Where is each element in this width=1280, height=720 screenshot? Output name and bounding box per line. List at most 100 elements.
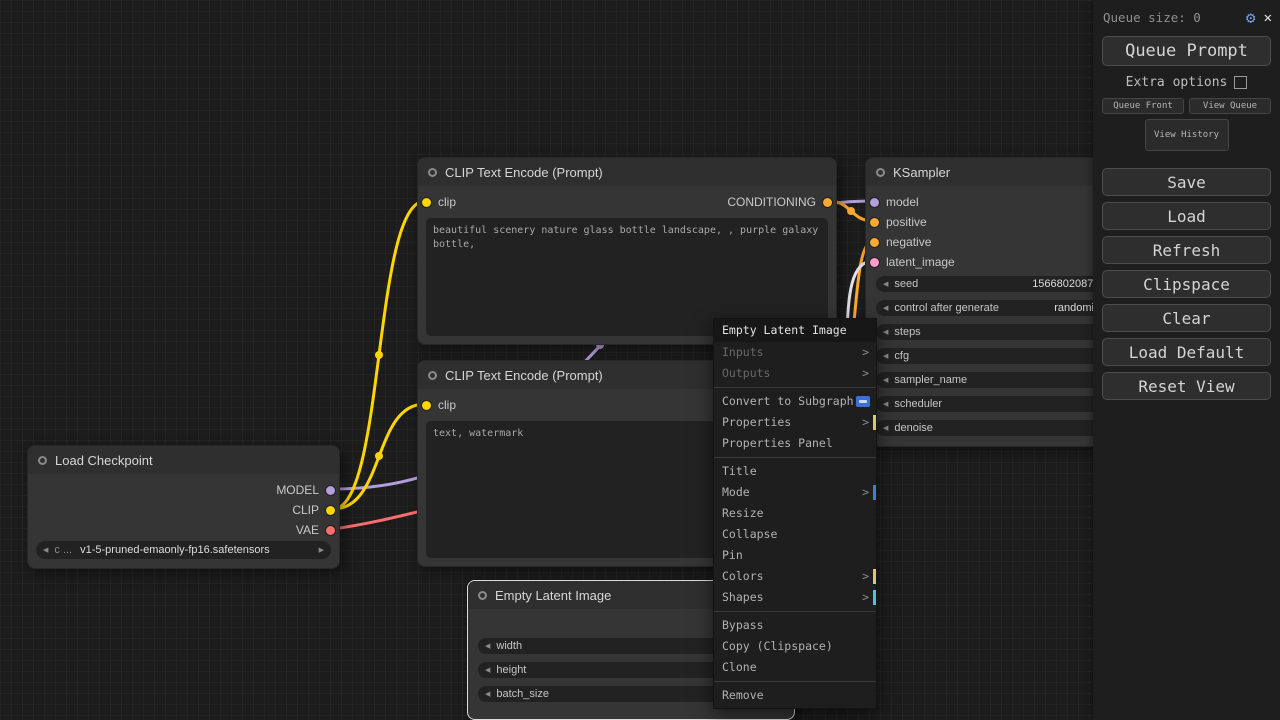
- menu-item-resize[interactable]: Resize: [714, 503, 876, 524]
- decrement-arrow-icon[interactable]: ◀: [883, 400, 888, 408]
- decrement-arrow-icon[interactable]: ◀: [485, 690, 490, 698]
- vae-output-slot[interactable]: [326, 525, 335, 535]
- node-title: KSampler: [893, 164, 951, 180]
- collapse-dot-icon[interactable]: [428, 167, 437, 177]
- menu-item-colors[interactable]: Colors >: [714, 566, 876, 587]
- conditioning-output-slot[interactable]: [823, 197, 832, 207]
- node-load-checkpoint[interactable]: Load Checkpoint MODEL CLIP VAE ◀ c ... v…: [27, 445, 340, 569]
- comfy-menu-panel: Queue size: 0 ⚙ ✕ Queue Prompt Extra opt…: [1093, 0, 1280, 720]
- menu-item-outputs[interactable]: Outputs >: [714, 363, 876, 384]
- submenu-mark: [873, 485, 876, 500]
- decrement-arrow-icon[interactable]: ◀: [883, 328, 888, 336]
- clip-input-slot[interactable]: [422, 197, 431, 207]
- widget-value: v1-5-pruned-emaonly-fp16.safetensors: [80, 544, 270, 556]
- extra-options-checkbox[interactable]: [1234, 76, 1248, 89]
- scheduler-widget[interactable]: ◀ scheduler ▶: [876, 396, 1124, 412]
- save-button[interactable]: Save: [1102, 168, 1271, 196]
- collapse-dot-icon[interactable]: [876, 167, 885, 177]
- sampler-name-widget[interactable]: ◀ sampler_name ▶: [876, 372, 1124, 388]
- negative-input-slot[interactable]: [870, 237, 879, 247]
- wire-dot: [375, 351, 383, 359]
- widget-label: seed: [894, 278, 919, 290]
- collapse-dot-icon[interactable]: [478, 590, 487, 600]
- settings-gear-icon[interactable]: ⚙: [1246, 8, 1256, 27]
- denoise-widget[interactable]: ◀ denoise ▶: [876, 420, 1124, 436]
- decrement-arrow-icon[interactable]: ◀: [883, 304, 888, 312]
- menu-item-properties[interactable]: Properties >: [714, 412, 876, 433]
- menu-item-convert-to-subgraph[interactable]: Convert to Subgraph: [714, 391, 876, 412]
- menu-item-collapse[interactable]: Collapse: [714, 524, 876, 545]
- node-header[interactable]: Load Checkpoint: [28, 446, 339, 474]
- menu-separator: [714, 681, 876, 682]
- queue-prompt-button[interactable]: Queue Prompt: [1102, 36, 1271, 66]
- slot-label: latent_image: [886, 255, 955, 269]
- menu-item-properties-panel[interactable]: Properties Panel: [714, 433, 876, 454]
- seed-widget[interactable]: ◀ seed 156680208714 ▶: [876, 276, 1124, 292]
- node-context-menu: Empty Latent Image Inputs > Outputs > Conv…: [713, 318, 877, 709]
- collapse-dot-icon[interactable]: [38, 455, 47, 465]
- decrement-arrow-icon[interactable]: ◀: [485, 642, 490, 650]
- steps-widget[interactable]: ◀ steps ▶: [876, 324, 1124, 340]
- node-clip-text-encode-1[interactable]: CLIP Text Encode (Prompt) clip CONDITION…: [417, 157, 837, 345]
- decrement-arrow-icon[interactable]: ◀: [883, 376, 888, 384]
- view-queue-button[interactable]: View Queue: [1189, 98, 1271, 114]
- view-history-button[interactable]: View History: [1144, 119, 1229, 151]
- positive-input-slot[interactable]: [870, 217, 879, 227]
- new-badge-icon: [856, 396, 870, 407]
- widget-label: cfg: [894, 350, 910, 362]
- node-graph-canvas[interactable]: CLIP Text Encode (Prompt) clip CONDITION…: [0, 0, 1280, 720]
- widget-label: sampler_name: [894, 374, 968, 386]
- menu-item-bypass[interactable]: Bypass: [714, 615, 876, 636]
- latent-input-slot[interactable]: [870, 257, 879, 267]
- submenu-mark: [873, 590, 876, 605]
- cfg-widget[interactable]: ◀ cfg ▶: [876, 348, 1124, 364]
- menu-separator: [714, 611, 876, 612]
- menu-item-mode[interactable]: Mode >: [714, 482, 876, 503]
- submenu-arrow-icon: >: [862, 415, 869, 429]
- submenu-mark: [873, 569, 876, 584]
- node-title: Empty Latent Image: [495, 587, 612, 603]
- menu-item-remove[interactable]: Remove: [714, 685, 876, 706]
- submenu-arrow-icon: >: [862, 590, 869, 604]
- context-menu-title: Empty Latent Image: [714, 319, 876, 342]
- node-header[interactable]: CLIP Text Encode (Prompt): [418, 158, 836, 186]
- menu-item-clone[interactable]: Clone: [714, 657, 876, 678]
- decrement-arrow-icon[interactable]: ◀: [883, 280, 888, 288]
- model-input-slot[interactable]: [870, 197, 879, 207]
- model-output-slot[interactable]: [326, 485, 335, 495]
- clipspace-button[interactable]: Clipspace: [1102, 270, 1271, 298]
- decrement-arrow-icon[interactable]: ◀: [883, 424, 888, 432]
- decrement-arrow-icon[interactable]: ◀: [883, 352, 888, 360]
- refresh-button[interactable]: Refresh: [1102, 236, 1271, 264]
- close-icon[interactable]: ✕: [1264, 10, 1272, 26]
- widget-label: batch_size: [496, 688, 549, 700]
- control-after-generate-widget[interactable]: ◀ control after generate randomize ▶: [876, 300, 1124, 316]
- load-default-button[interactable]: Load Default: [1102, 338, 1271, 366]
- menu-separator: [714, 387, 876, 388]
- submenu-mark: [873, 415, 876, 430]
- clip-input-slot[interactable]: [422, 400, 431, 410]
- menu-item-pin[interactable]: Pin: [714, 545, 876, 566]
- next-arrow-icon[interactable]: ▶: [319, 546, 324, 554]
- collapse-dot-icon[interactable]: [428, 370, 437, 380]
- submenu-arrow-icon: >: [862, 485, 869, 499]
- load-button[interactable]: Load: [1102, 202, 1271, 230]
- menu-item-shapes[interactable]: Shapes >: [714, 587, 876, 608]
- menu-item-inputs[interactable]: Inputs >: [714, 342, 876, 363]
- clip-output-slot[interactable]: [326, 505, 335, 515]
- node-title: Load Checkpoint: [55, 452, 153, 468]
- menu-item-copy-clipspace[interactable]: Copy (Clipspace): [714, 636, 876, 657]
- submenu-arrow-icon: >: [862, 569, 869, 583]
- widget-label: height: [496, 664, 527, 676]
- menu-item-title[interactable]: Title: [714, 461, 876, 482]
- menu-separator: [714, 457, 876, 458]
- clear-button[interactable]: Clear: [1102, 304, 1271, 332]
- submenu-arrow-icon: >: [862, 345, 869, 359]
- reset-view-button[interactable]: Reset View: [1102, 372, 1271, 400]
- decrement-arrow-icon[interactable]: ◀: [485, 666, 490, 674]
- previous-arrow-icon[interactable]: ◀: [43, 546, 48, 554]
- wire-dot: [375, 452, 383, 460]
- ckpt-name-widget[interactable]: ◀ c ... v1-5-pruned-emaonly-fp16.safeten…: [36, 541, 331, 559]
- queue-front-button[interactable]: Queue Front: [1102, 98, 1184, 114]
- wire-dot: [847, 207, 855, 215]
